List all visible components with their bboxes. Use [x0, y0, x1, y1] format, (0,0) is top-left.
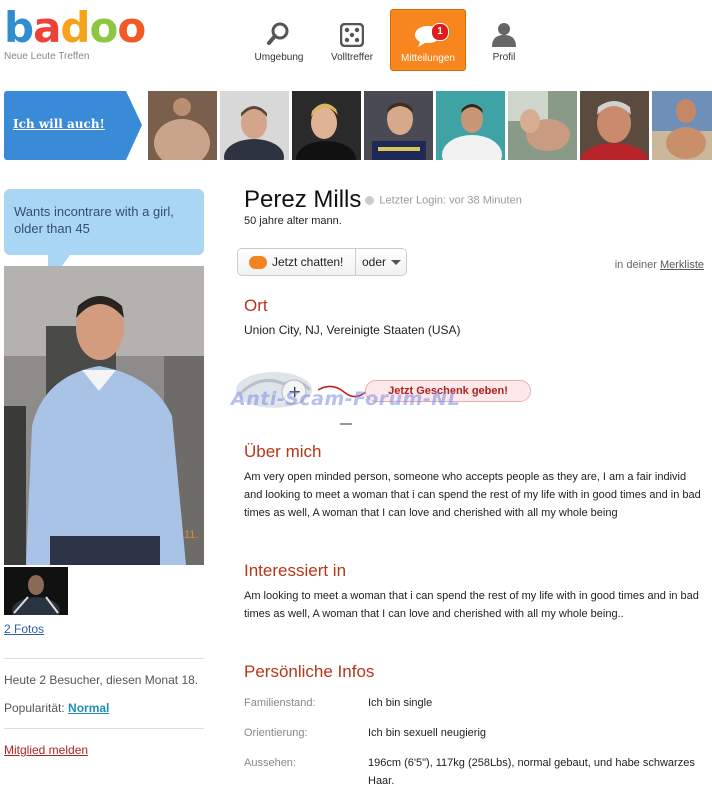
nav-label: Mitteilungen — [401, 53, 455, 64]
member-thumbnail[interactable] — [292, 91, 361, 160]
info-label: Familienstand: — [244, 697, 316, 709]
photo-counter: 11. — [184, 529, 198, 541]
info-row-orientierung: Orientierung: Ich bin sexuell neugierig — [244, 724, 706, 742]
ort-heading: Ort — [244, 296, 268, 315]
info-value: Ich bin single — [368, 697, 433, 709]
member-thumbnails — [148, 91, 712, 160]
nav-label: Profil — [492, 52, 516, 63]
divider — [4, 658, 204, 659]
member-thumbnail[interactable] — [508, 91, 577, 160]
popularity-value-link[interactable]: Normal — [68, 701, 109, 715]
report-member[interactable]: Mitglied melden — [4, 743, 88, 757]
member-thumbnail[interactable] — [148, 91, 217, 160]
popularity: Popularität: Normal — [4, 701, 109, 715]
visitor-count: Heute 2 Besucher, diesen Monat 18. — [4, 673, 199, 687]
info-label: Orientierung: — [244, 727, 308, 739]
photo-thumbnail[interactable] — [4, 567, 68, 615]
member-thumbnail[interactable] — [220, 91, 289, 160]
notification-badge: 1 — [431, 23, 449, 41]
dice-icon — [317, 21, 387, 47]
member-thumbnail[interactable] — [580, 91, 649, 160]
last-login: Letzter Login: vor 38 Minuten — [379, 194, 522, 207]
profile-name: Perez Mills — [244, 186, 362, 213]
info-row-familienstand: Familienstand: Ich bin single — [244, 694, 706, 712]
location-value: Union City, NJ, Vereinigte Staaten (USA) — [244, 323, 461, 337]
profile-photo[interactable]: 11. — [4, 266, 204, 565]
user-icon — [469, 21, 539, 47]
watermark: Anti-Scam-Forum-NL — [231, 388, 461, 410]
popularity-label: Popularität: — [4, 701, 65, 715]
oder-dropdown[interactable]: oder — [356, 249, 402, 275]
nav-volltreffer[interactable]: Volltreffer — [317, 9, 387, 71]
logo-tagline: Neue Leute Treffen — [4, 51, 90, 62]
favorites: in deiner Merkliste — [614, 259, 704, 271]
chat-controls: Jetzt chatten! oder — [237, 248, 407, 276]
badoo-logo[interactable]: badoo Neue Leute Treffen — [4, 3, 146, 63]
info-row-aussehen: Aussehen: 196cm (6'5"), 117kg (258Lbs), … — [244, 754, 706, 790]
info-label: Aussehen: — [244, 757, 296, 769]
logo-wordmark: badoo — [4, 3, 146, 52]
interest-text: Am looking to meet a woman that i can sp… — [244, 590, 699, 620]
member-thumbnail[interactable] — [364, 91, 433, 160]
chat-now-button[interactable]: Jetzt chatten! — [238, 249, 356, 275]
search-icon — [244, 21, 314, 47]
nav-label: Volltreffer — [330, 52, 374, 63]
chevron-down-icon — [391, 259, 402, 265]
ich-will-auch-button[interactable]: Ich will auch! — [4, 91, 142, 160]
nav-profil[interactable]: Profil — [469, 9, 539, 71]
online-status-dot — [365, 196, 375, 206]
member-thumbnail[interactable] — [436, 91, 505, 160]
people-strip: Ich will auch! — [4, 91, 712, 160]
nav-label: Umgebung — [254, 52, 304, 63]
info-value: Ich bin sexuell neugierig — [368, 727, 487, 739]
chat-bubble-icon — [249, 255, 267, 269]
main-nav: Umgebung Volltreffer 1 Mitteilungen Prof… — [244, 9, 542, 71]
nav-mitteilungen[interactable]: 1 Mitteilungen — [390, 9, 466, 71]
member-thumbnail[interactable] — [652, 91, 712, 160]
about-heading: Über mich — [244, 442, 322, 461]
personal-heading: Persönliche Infos — [244, 662, 375, 681]
about-text: Am very open minded person, someone who … — [244, 471, 701, 519]
profile-name-row: Perez Mills Letzter Login: vor 38 Minuten — [244, 186, 522, 214]
chat-icon — [391, 22, 465, 48]
age-line: 50 jahre alter mann. — [244, 215, 342, 227]
divider — [4, 728, 204, 729]
photos-link[interactable]: 2 Fotos — [4, 622, 44, 636]
interest-heading: Interessiert in — [244, 561, 347, 580]
info-value: 196cm (6'5"), 117kg (258Lbs), normal geb… — [368, 757, 695, 787]
nav-umgebung[interactable]: Umgebung — [244, 9, 314, 71]
favorites-link[interactable]: Merkliste — [660, 259, 704, 271]
status-bubble: Wants incontrare with a girl, older than… — [4, 189, 204, 255]
